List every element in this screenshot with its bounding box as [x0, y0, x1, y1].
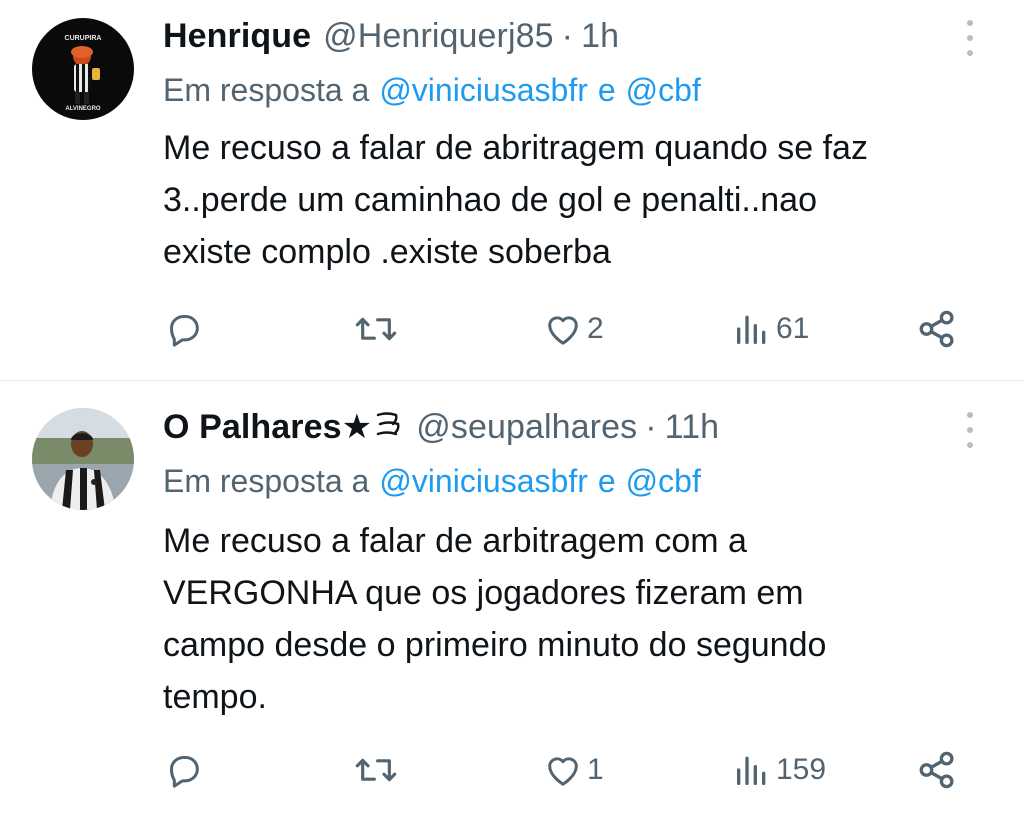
tweet-text-line: Me recuso a falar de abritragem quando s…	[163, 129, 868, 167]
retweet-icon	[355, 758, 397, 782]
views-button[interactable]: 61	[732, 304, 809, 354]
tweet-text-line: existe complo .existe soberba	[163, 233, 611, 271]
wave-emoji-icon	[374, 410, 404, 444]
share-icon	[919, 310, 954, 348]
action-bar: 1 159	[0, 745, 1024, 795]
reply-button[interactable]	[164, 745, 204, 795]
separator: ·	[561, 16, 574, 55]
user-handle[interactable]: @Henriquerj85	[323, 17, 554, 56]
timestamp[interactable]: 11h	[665, 408, 720, 447]
retweet-icon	[355, 317, 397, 341]
share-icon	[919, 751, 954, 789]
retweet-button[interactable]	[354, 745, 398, 795]
separator: ·	[645, 407, 657, 446]
reply-icon	[170, 315, 199, 347]
mention-link[interactable]: @cbf	[626, 72, 701, 109]
reply-prefix: Em resposta a	[163, 462, 370, 499]
tweet-text-line: tempo.	[163, 678, 267, 716]
reply-icon	[170, 756, 199, 788]
tweet-text: Me recuso a falar de abritragem quando s…	[163, 122, 1003, 278]
reply-context: Em resposta a @viniciusasbfr e @cbf	[163, 459, 701, 503]
avatar-text-bottom: ALVINEGRO	[65, 106, 101, 112]
reply-context: Em resposta a @viniciusasbfr e @cbf	[163, 68, 701, 112]
avatar-image	[32, 408, 134, 510]
tweet-text-line: VERGONHA que os jogadores fizeram em	[163, 574, 804, 612]
tweet[interactable]: O Palhares★ @seupalhares · 11h Em respos…	[0, 381, 1024, 816]
more-options-icon[interactable]	[962, 20, 978, 56]
like-button[interactable]: 2	[543, 304, 604, 354]
mention-link[interactable]: @cbf	[626, 463, 701, 500]
display-name[interactable]: O Palhares★	[163, 407, 372, 447]
reply-button[interactable]	[164, 304, 204, 354]
timestamp[interactable]: 1h	[581, 17, 619, 56]
tweet-header: Henrique @Henriquerj85 · 1h	[163, 12, 619, 60]
like-count: 2	[587, 312, 604, 345]
tweet-text-line: campo desde o primeiro minuto do segundo	[163, 626, 827, 664]
action-bar: 2 61	[0, 304, 1024, 354]
reply-conjunction: e	[597, 462, 616, 499]
analytics-icon	[737, 315, 766, 344]
reply-prefix: Em resposta a	[163, 71, 370, 108]
tweet-text-line: 3..perde um caminhao de gol e penalti..n…	[163, 181, 818, 219]
mention-link[interactable]: @viniciusasbfr	[379, 463, 588, 500]
tweet[interactable]: CURUPIRA ALVINEGRO Henrique @Henriquerj8…	[0, 0, 1024, 380]
view-count: 61	[776, 312, 810, 345]
more-options-icon[interactable]	[962, 412, 978, 448]
avatar[interactable]: CURUPIRA ALVINEGRO	[32, 18, 134, 120]
heart-icon	[548, 316, 578, 345]
share-button[interactable]	[916, 304, 958, 354]
like-button[interactable]: 1	[543, 745, 604, 795]
avatar-image: CURUPIRA ALVINEGRO	[32, 18, 134, 120]
heart-icon	[548, 757, 578, 786]
display-name[interactable]: Henrique	[163, 17, 311, 56]
share-button[interactable]	[916, 745, 958, 795]
reply-conjunction: e	[597, 71, 616, 108]
tweet-header: O Palhares★ @seupalhares · 11h	[163, 403, 719, 451]
user-handle[interactable]: @seupalhares	[416, 408, 637, 447]
avatar-text-top: CURUPIRA	[65, 35, 102, 42]
views-button[interactable]: 159	[732, 745, 826, 795]
analytics-icon	[737, 756, 766, 785]
avatar[interactable]	[32, 408, 134, 510]
tweet-text-line: Me recuso a falar de arbitragem com a	[163, 522, 747, 560]
mention-link[interactable]: @viniciusasbfr	[379, 72, 588, 109]
tweet-text: Me recuso a falar de arbitragem com a VE…	[163, 515, 1003, 723]
retweet-button[interactable]	[354, 304, 398, 354]
view-count: 159	[776, 753, 827, 786]
like-count: 1	[587, 753, 604, 786]
